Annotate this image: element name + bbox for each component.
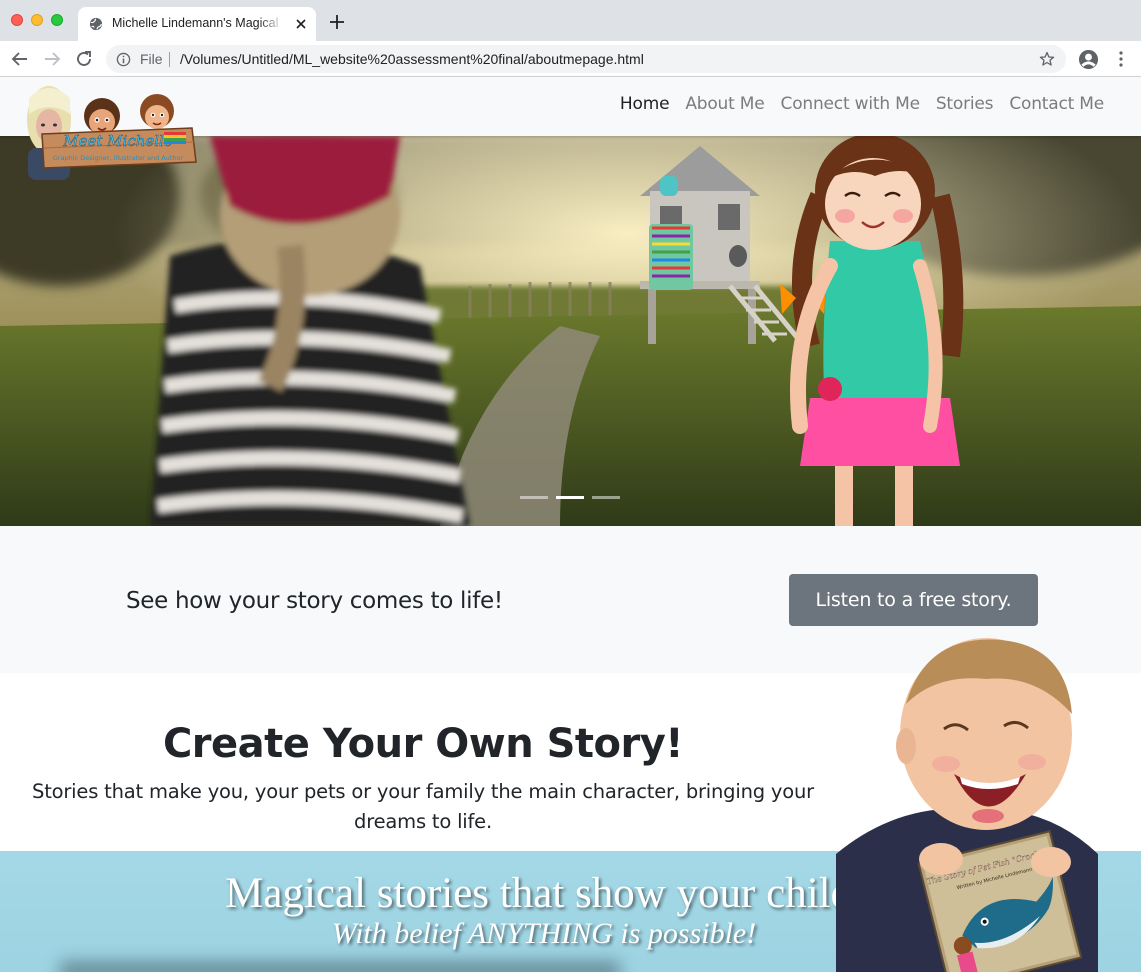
url-separator <box>169 52 170 67</box>
new-tab-icon[interactable] <box>328 13 346 31</box>
url-scheme-label: File <box>140 51 163 67</box>
forward-arrow-icon[interactable] <box>42 49 62 69</box>
close-window-button[interactable] <box>11 14 23 26</box>
reload-icon[interactable] <box>74 49 94 69</box>
url-text[interactable]: /Volumes/Untitled/ML_website%20assessmen… <box>180 51 644 67</box>
profile-avatar-icon[interactable] <box>1078 49 1099 70</box>
listen-free-story-button[interactable]: Listen to a free story. <box>789 574 1038 626</box>
create-story-text: Stories that make you, your pets or your… <box>32 780 814 833</box>
hero-carousel[interactable] <box>0 136 1141 526</box>
logo-text: Meet Michelle <box>62 132 173 150</box>
nav-connect-with-me[interactable]: Connect with Me <box>781 94 920 114</box>
site-logo[interactable]: Meet Michelle Graphic Designer, Illustra… <box>14 78 200 182</box>
kebab-menu-icon[interactable] <box>1113 50 1129 68</box>
minimize-window-button[interactable] <box>31 14 43 26</box>
logo-subtext: Graphic Designer, Illustrator and Author <box>53 154 184 162</box>
browser-toolbar: File /Volumes/Untitled/ML_website%20asse… <box>0 41 1141 77</box>
banner-shadow <box>60 961 620 972</box>
nav-home[interactable]: Home <box>620 94 670 114</box>
nav-links: Home About Me Connect with Me Stories Co… <box>620 94 1104 114</box>
hero-slide-image <box>0 136 1141 526</box>
bookmark-star-icon[interactable] <box>1039 51 1055 67</box>
create-story-heading: Create Your Own Story! <box>162 721 684 767</box>
close-tab-icon[interactable] <box>293 16 309 32</box>
globe-icon <box>89 17 103 31</box>
maximize-window-button[interactable] <box>51 14 63 26</box>
boy-with-book-image: The Story of Pet Fish "Croaked!" Written… <box>836 638 1098 972</box>
carousel-indicator-3[interactable] <box>592 496 620 499</box>
back-arrow-icon[interactable] <box>10 49 30 69</box>
info-icon[interactable] <box>116 52 131 67</box>
carousel-indicator-2[interactable] <box>556 496 584 499</box>
address-bar[interactable]: File /Volumes/Untitled/ML_website%20asse… <box>106 45 1066 73</box>
tab-title: Michelle Lindemann's Magical Stories <box>112 16 284 30</box>
carousel-indicators <box>520 496 620 499</box>
browser-tab-strip: Michelle Lindemann's Magical Stories <box>0 0 1141 41</box>
cta-text: See how your story comes to life! <box>126 588 503 614</box>
browser-tab[interactable]: Michelle Lindemann's Magical Stories <box>78 7 316 41</box>
nav-contact-me[interactable]: Contact Me <box>1009 94 1104 114</box>
nav-stories[interactable]: Stories <box>936 94 994 114</box>
nav-about-me[interactable]: About Me <box>685 94 764 114</box>
carousel-indicator-1[interactable] <box>520 496 548 499</box>
